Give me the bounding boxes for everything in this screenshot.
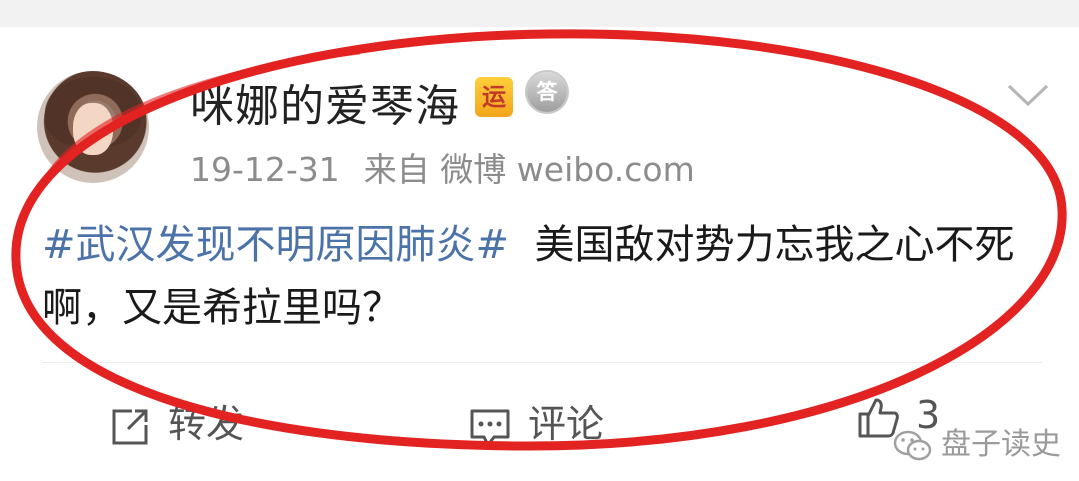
red-annotation-oval bbox=[11, 29, 1067, 451]
